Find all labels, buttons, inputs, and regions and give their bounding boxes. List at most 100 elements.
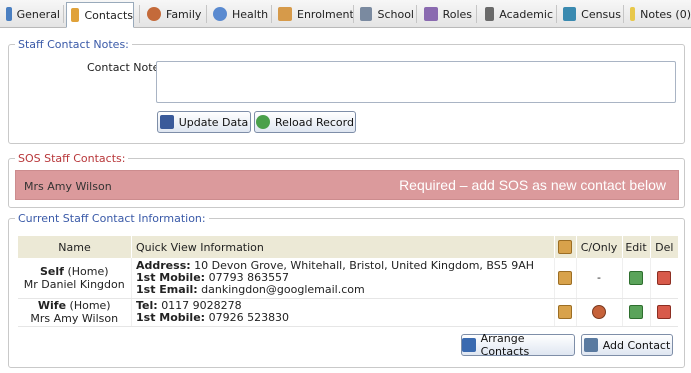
button-label: Reload Record — [275, 115, 354, 129]
contact-notes-textarea[interactable] — [156, 61, 676, 103]
save-icon — [159, 115, 174, 129]
contact-only-icon[interactable] — [592, 305, 606, 319]
academic-icon — [485, 7, 495, 21]
contact-name-cell: Wife (Home) Mrs Amy Wilson — [17, 298, 132, 327]
roles-icon — [424, 7, 438, 21]
contact-name: Mr Daniel Kingdon — [23, 277, 125, 291]
health-icon — [213, 7, 227, 21]
button-label: Arrange Contacts — [480, 332, 530, 358]
add-contact-button[interactable]: Add Contact — [581, 334, 673, 356]
tab-roles[interactable]: Roles — [420, 2, 472, 26]
notes-icon — [630, 7, 636, 21]
clipboard-icon — [558, 240, 572, 254]
general-icon — [6, 7, 12, 21]
sos-warning-bar: Mrs Amy Wilson Required – add SOS as new… — [15, 170, 679, 200]
tab-separator — [206, 5, 207, 23]
contact-name: Mrs Amy Wilson — [30, 312, 119, 325]
tab-separator — [63, 5, 64, 23]
reload-icon — [256, 115, 271, 129]
tab-health[interactable]: Health — [209, 2, 271, 26]
clipboard-cell — [553, 298, 576, 327]
tab-separator — [271, 5, 272, 23]
column-header-clipboard — [553, 236, 576, 258]
info-label: 1st Email: — [136, 282, 198, 296]
tab-enrolment[interactable]: Enrolment — [274, 2, 354, 26]
clipboard-icon[interactable] — [558, 305, 572, 319]
contact-relation-type: (Home) — [69, 299, 111, 312]
tab-label: Family — [166, 7, 202, 21]
reload-record-button[interactable]: Reload Record — [254, 111, 356, 133]
arrange-contacts-button[interactable]: Arrange Contacts — [461, 332, 575, 358]
quick-view-cell: Address: 10 Devon Grove, Whitehall, Bris… — [131, 258, 554, 299]
tab-label: Contacts — [84, 8, 133, 22]
arrange-icon — [462, 338, 476, 352]
info-value: 07926 523830 — [208, 311, 290, 324]
button-label: Add Contact — [602, 338, 671, 352]
school-icon — [360, 7, 373, 21]
tab-separator — [623, 5, 624, 23]
add-contact-icon — [583, 338, 598, 352]
column-header-quick-view: Quick View Information — [131, 236, 554, 258]
tab-school[interactable]: School — [356, 2, 414, 26]
clipboard-cell — [553, 258, 576, 299]
contact-name-cell: Self (Home) Mr Daniel Kingdon — [17, 258, 132, 299]
edit-cell — [621, 258, 650, 299]
table-header-row: Name Quick View Information C/Only Edit … — [17, 236, 678, 258]
clipboard-icon[interactable] — [558, 270, 572, 285]
tab-separator — [476, 5, 477, 23]
c-only-cell — [575, 298, 622, 327]
edit-cell — [621, 298, 650, 327]
sos-required-message: Required – add SOS as new contact below — [399, 177, 666, 193]
family-icon — [147, 7, 161, 21]
update-data-button[interactable]: Update Data — [157, 111, 251, 133]
tab-separator — [139, 5, 140, 23]
c-only-cell: - — [575, 258, 622, 299]
delete-cell — [649, 258, 678, 299]
staff-contact-notes-section: Staff Contact Notes: Contact Notes: Upda… — [8, 38, 685, 144]
tab-label: Health — [232, 7, 269, 21]
tab-separator — [353, 5, 354, 23]
sos-contact-name: Mrs Amy Wilson — [24, 180, 112, 193]
tab-label: Census — [581, 7, 621, 21]
tab-census[interactable]: Census — [559, 2, 621, 26]
contact-relation: Wife — [37, 299, 67, 312]
tab-notes[interactable]: Notes (0) — [626, 2, 691, 26]
column-header-name: Name — [17, 236, 132, 258]
tab-general[interactable]: General — [2, 2, 60, 26]
tab-bar: General Contacts Family Health Enrolment… — [0, 0, 691, 28]
info-value: dankingdon@googlemail.com — [201, 282, 365, 296]
column-header-c-only: C/Only — [575, 236, 622, 258]
tab-separator — [416, 5, 417, 23]
tab-academic[interactable]: Academic — [481, 2, 553, 26]
section-legend: Current Staff Contact Information: — [15, 212, 209, 225]
contacts-icon — [71, 8, 80, 22]
tab-family[interactable]: Family — [143, 2, 203, 26]
tab-label: General — [16, 7, 60, 21]
section-legend: Staff Contact Notes: — [15, 38, 132, 51]
table-row: Self (Home) Mr Daniel Kingdon Address: 1… — [17, 258, 678, 299]
column-header-edit: Edit — [621, 236, 650, 258]
quick-view-cell: Tel: 0117 9028278 1st Mobile: 07926 5238… — [131, 298, 554, 327]
tab-separator — [556, 5, 557, 23]
tab-label: Enrolment — [297, 7, 354, 21]
edit-icon[interactable] — [629, 270, 643, 285]
delete-cell — [649, 298, 678, 327]
contact-relation-type: (Home) — [67, 264, 109, 278]
button-label: Update Data — [178, 115, 249, 129]
tab-label: Notes (0) — [640, 7, 691, 21]
enrolment-icon — [278, 7, 292, 21]
contacts-table: Name Quick View Information C/Only Edit … — [17, 236, 678, 327]
table-row: Wife (Home) Mrs Amy Wilson Tel: 0117 902… — [17, 298, 678, 327]
tab-contacts[interactable]: Contacts — [66, 2, 134, 28]
delete-icon[interactable] — [657, 305, 672, 319]
contact-relation: Self — [39, 264, 64, 278]
section-legend: SOS Staff Contacts: — [15, 152, 129, 165]
info-label: 1st Mobile: — [136, 311, 206, 324]
edit-icon[interactable] — [629, 305, 643, 319]
tab-label: School — [377, 7, 414, 21]
tab-label: Academic — [499, 7, 553, 21]
census-icon — [563, 7, 577, 21]
delete-icon[interactable] — [657, 270, 672, 285]
column-header-del: Del — [649, 236, 678, 258]
tab-label: Roles — [442, 7, 472, 21]
